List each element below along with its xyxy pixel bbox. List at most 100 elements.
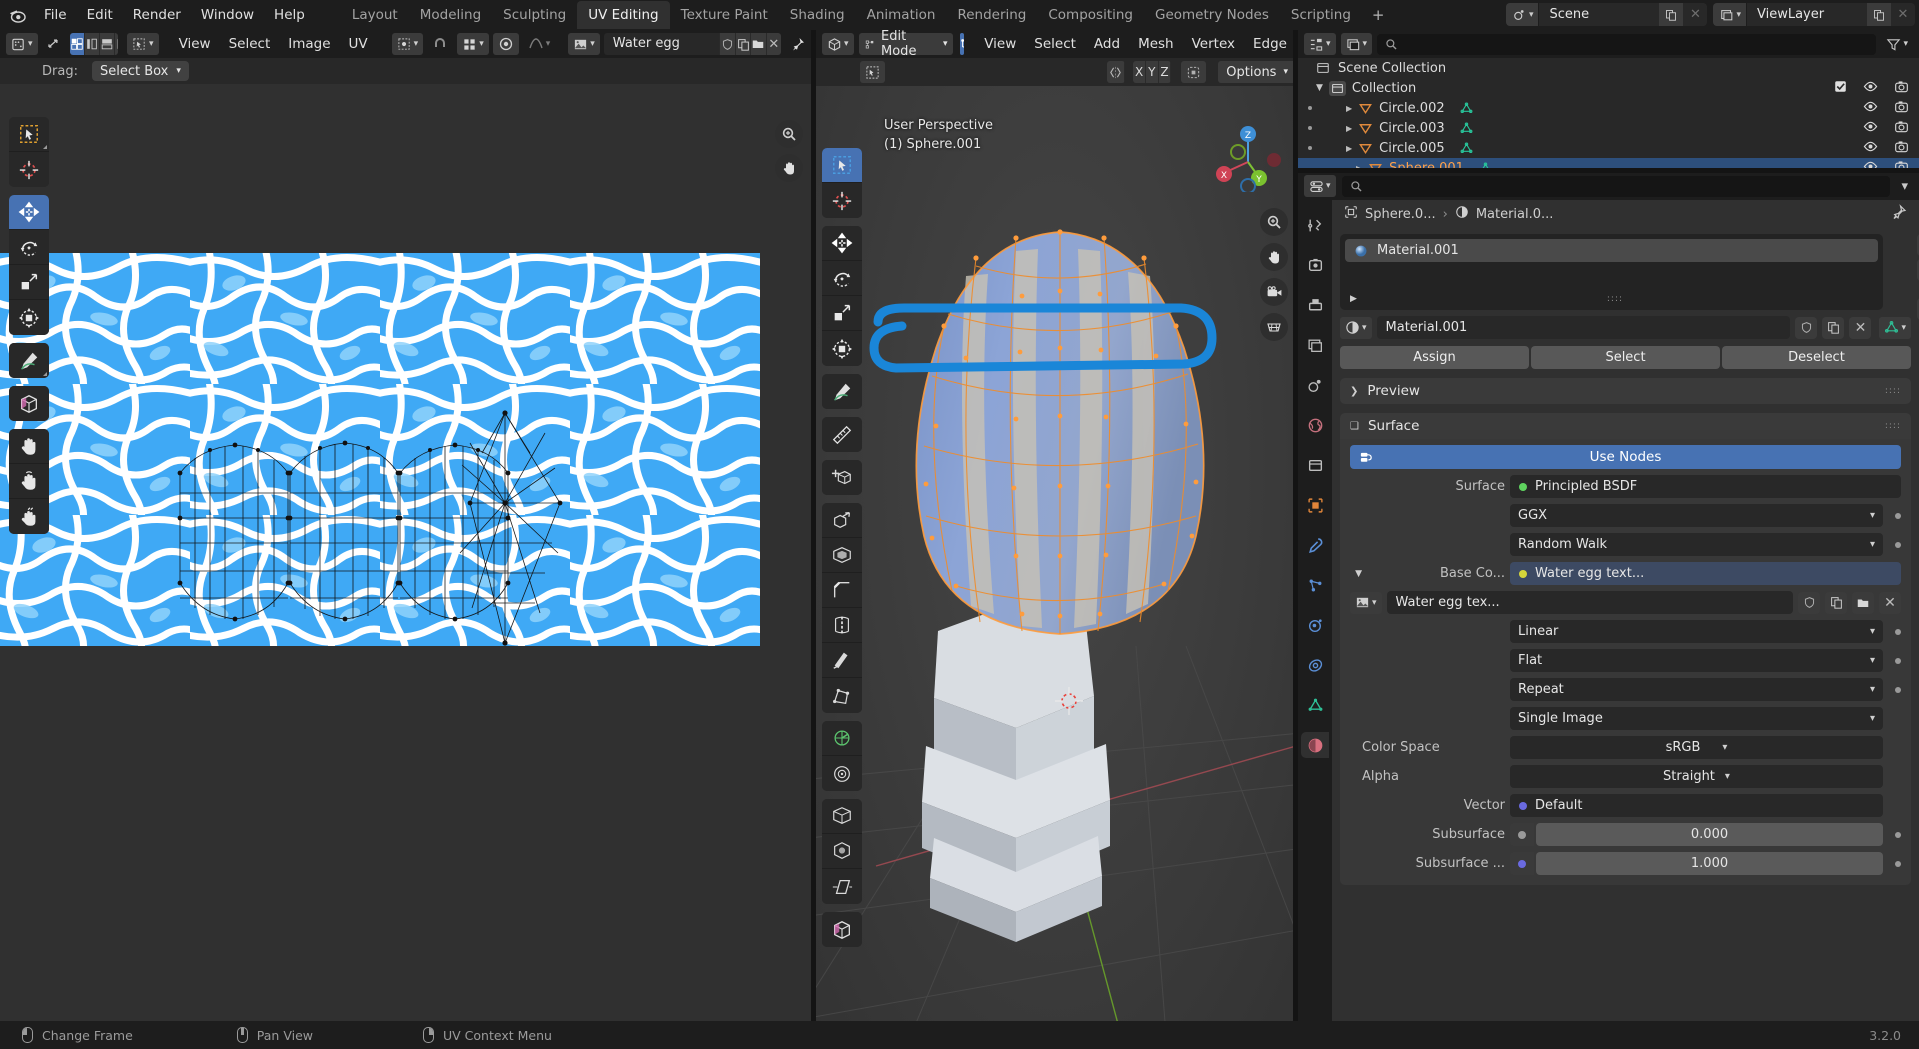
zoom-icon[interactable] xyxy=(775,120,803,148)
proportional-falloff-button[interactable]: ▾ xyxy=(523,33,556,55)
tab-constraints[interactable] xyxy=(1301,652,1329,678)
viewport-menu-mesh[interactable]: Mesh xyxy=(1129,33,1183,55)
vector-value-field[interactable]: Default xyxy=(1510,794,1883,817)
tab-particles[interactable] xyxy=(1301,572,1329,598)
fake-user-shield-icon[interactable] xyxy=(1798,591,1820,614)
proportional-edit-button[interactable] xyxy=(492,33,519,55)
workspace-tab-geometry-nodes[interactable]: Geometry Nodes xyxy=(1144,1,1280,29)
outliner-row-circle-005[interactable]: ▶ Circle.005 xyxy=(1298,138,1919,158)
outliner-row-scene-collection[interactable]: Scene Collection xyxy=(1298,58,1919,78)
material-name-field[interactable]: Material.001 xyxy=(1376,316,1791,339)
open-folder-icon[interactable] xyxy=(750,33,766,55)
menu-edit[interactable]: Edit xyxy=(77,4,123,26)
tab-render[interactable] xyxy=(1301,252,1329,278)
mesh-data-icon[interactable] xyxy=(1459,101,1474,116)
color-space-dropdown[interactable]: sRGB ▾ xyxy=(1510,736,1883,759)
properties-editor-type-selector[interactable]: ▾ xyxy=(1304,175,1336,197)
surface-shader-value[interactable]: Principled BSDF xyxy=(1510,475,1901,498)
uv-canvas[interactable] xyxy=(0,84,811,1035)
grab-tool[interactable] xyxy=(9,429,49,464)
snap-target-button[interactable]: ▾ xyxy=(457,33,489,55)
menu-file[interactable]: File xyxy=(34,4,77,26)
outliner-row-circle-002[interactable]: ▶ Circle.002 xyxy=(1298,98,1919,118)
fake-user-shield-icon[interactable] xyxy=(1795,316,1818,339)
workspace-tab-modeling[interactable]: Modeling xyxy=(409,1,492,29)
animate-property-dot[interactable] xyxy=(1895,512,1901,519)
tab-tool[interactable] xyxy=(1301,212,1329,238)
pivot-point-button[interactable]: ▾ xyxy=(391,33,424,55)
select-button[interactable]: Select xyxy=(1531,346,1720,369)
snap-magnet-icon[interactable] xyxy=(427,33,453,55)
viewport-menu-add[interactable]: Add xyxy=(1085,33,1129,55)
mirror-axis-z[interactable]: Z xyxy=(1158,61,1172,83)
pan-hand-icon[interactable] xyxy=(1260,243,1288,271)
tab-object-data[interactable] xyxy=(1301,692,1329,718)
navigation-gizmo[interactable]: Z X Y xyxy=(1212,120,1284,194)
new-image-icon[interactable] xyxy=(1825,591,1847,614)
mesh-specials-icon[interactable]: ▾ xyxy=(1879,316,1911,339)
filter-funnel-icon[interactable]: ▾ xyxy=(1881,33,1913,55)
mirror-icon[interactable] xyxy=(1107,61,1126,83)
edge-slide-tool[interactable] xyxy=(822,799,862,834)
rip-region-tool[interactable] xyxy=(822,912,862,947)
uv-image-field[interactable]: Water egg texture.jpg ✕ xyxy=(603,33,781,55)
viewport-menu-view[interactable]: View xyxy=(975,33,1025,55)
drag-mode-select[interactable]: Select Box ▾ xyxy=(91,61,189,81)
relax-tool[interactable] xyxy=(9,464,49,499)
mirror-axis-x[interactable]: X xyxy=(1133,61,1146,83)
uv-menu-select[interactable]: Select xyxy=(220,33,280,55)
shrink-fatten-tool[interactable] xyxy=(822,834,862,869)
material-slot-list[interactable]: Material.001 ▶ :::: xyxy=(1340,234,1883,310)
interpolation-dropdown[interactable]: Linear ▾ xyxy=(1510,620,1883,643)
cursor-tool[interactable] xyxy=(9,152,49,187)
uv-sync-selection-button[interactable] xyxy=(41,33,67,55)
move-tool[interactable] xyxy=(822,226,862,261)
mirror-axis-y[interactable]: Y xyxy=(1145,61,1159,83)
outliner-restrict-dot[interactable] xyxy=(1308,106,1312,110)
scale-tool[interactable] xyxy=(9,265,49,300)
spin-tool[interactable] xyxy=(822,721,862,756)
uv-image-name[interactable]: Water egg texture.jpg xyxy=(603,33,720,55)
properties-search-input[interactable] xyxy=(1341,175,1891,197)
viewlayer-name[interactable]: ViewLayer xyxy=(1747,3,1867,26)
loop-cut-tool[interactable] xyxy=(822,608,862,643)
viewport-editor-type-selector[interactable]: ▾ xyxy=(822,33,854,55)
transform-tool[interactable] xyxy=(822,331,862,366)
assign-button[interactable]: Assign xyxy=(1340,346,1529,369)
image-browse-icon[interactable]: ▾ xyxy=(1350,591,1382,614)
outliner-editor-type-selector[interactable]: ▾ xyxy=(1304,33,1336,55)
blender-logo-icon[interactable] xyxy=(0,0,34,30)
viewport-options-button[interactable]: Options ▾ xyxy=(1218,61,1296,83)
disclosure-triangle[interactable]: ▶ xyxy=(1346,104,1352,113)
tab-object[interactable] xyxy=(1301,492,1329,518)
poly-build-tool[interactable] xyxy=(822,678,862,713)
viewlayer-copy-button[interactable] xyxy=(1867,3,1891,26)
animate-property-dot[interactable] xyxy=(1895,628,1901,635)
uv-sticky-selection-button[interactable]: ▾ xyxy=(127,33,159,55)
viewport-menu-edge[interactable]: Edge xyxy=(1244,33,1296,55)
eye-icon[interactable] xyxy=(1863,99,1878,118)
scene-name[interactable]: Scene xyxy=(1539,3,1660,26)
outliner-search-input[interactable] xyxy=(1377,33,1877,55)
uv-menu-uv[interactable]: UV xyxy=(340,33,377,55)
workspace-tab-scripting[interactable]: Scripting xyxy=(1280,1,1362,29)
unlink-x-icon[interactable]: ✕ xyxy=(1879,591,1901,614)
duplicate-icon[interactable] xyxy=(734,33,751,55)
grid-ortho-icon[interactable] xyxy=(1260,313,1288,341)
transform-orientation-button[interactable] xyxy=(860,61,885,83)
extrude-region-tool[interactable] xyxy=(822,503,862,538)
bevel-tool[interactable] xyxy=(822,573,862,608)
camera-icon[interactable] xyxy=(1894,139,1909,158)
uv-menu-view[interactable]: View xyxy=(170,33,220,55)
tab-view-layer[interactable] xyxy=(1301,332,1329,358)
tweak-select-box-tool[interactable] xyxy=(9,117,49,152)
fake-user-shield-icon[interactable] xyxy=(719,33,735,55)
scene-delete-button[interactable]: ✕ xyxy=(1683,3,1708,26)
tab-collection[interactable] xyxy=(1301,452,1329,478)
tab-modifiers[interactable] xyxy=(1301,532,1329,558)
breadcrumb-object-label[interactable]: Sphere.0... xyxy=(1365,207,1436,222)
animate-property-dot[interactable] xyxy=(1895,686,1901,693)
eye-icon[interactable] xyxy=(1863,79,1878,98)
pan-hand-icon[interactable] xyxy=(775,154,803,182)
collection-disclosure-triangle[interactable]: ▼ xyxy=(1316,83,1323,93)
